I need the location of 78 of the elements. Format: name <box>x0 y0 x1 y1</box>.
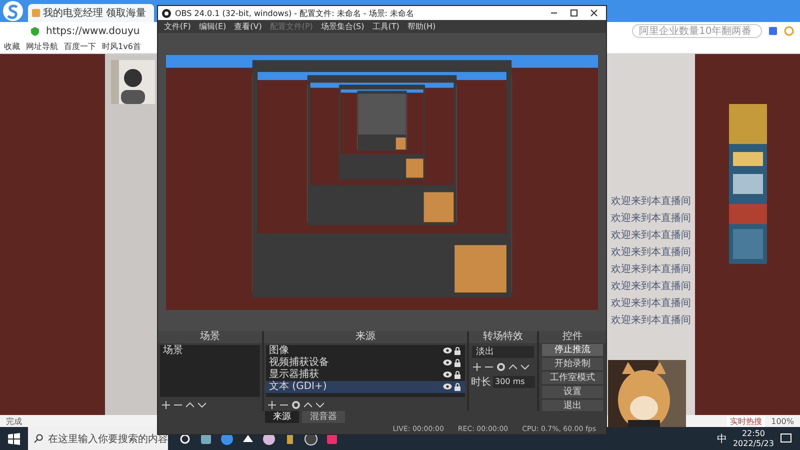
menu-item[interactable]: 编辑(E) <box>198 21 226 32</box>
url-text[interactable]: https://www.douyu <box>46 26 140 36</box>
shield-icon <box>30 26 40 36</box>
source-item[interactable]: 显示器捕获 <box>266 369 465 381</box>
hot-search-link[interactable]: 实时热搜 <box>727 416 766 426</box>
bookmark-link[interactable]: 网址导航 <box>26 41 58 52</box>
chat-message: 欢迎来到本直播间 <box>611 228 692 242</box>
control-button[interactable]: 停止推流 <box>542 344 603 356</box>
eye-icon[interactable] <box>443 347 452 354</box>
dock-title: 转场特效 <box>469 331 537 343</box>
menu-item[interactable]: 文件(F) <box>164 21 191 32</box>
control-button[interactable]: 开始录制 <box>542 358 603 370</box>
bookmark-link[interactable]: 收藏 <box>4 41 20 52</box>
down-icon[interactable] <box>521 363 529 371</box>
down-icon[interactable] <box>198 401 206 409</box>
control-button[interactable]: 退出 <box>542 400 603 412</box>
windows-start-icon[interactable] <box>8 432 20 444</box>
add-icon[interactable] <box>268 401 276 409</box>
clock-time: 22:50 <box>742 428 766 438</box>
bookmark-link[interactable]: 百度一下 <box>64 41 96 52</box>
obs-logo <box>162 8 171 18</box>
site-icon <box>32 9 40 17</box>
input-method[interactable]: 中 <box>716 432 727 446</box>
control-button[interactable]: 工作室模式 <box>542 372 603 384</box>
maximize-icon[interactable] <box>570 9 578 17</box>
lock-icon[interactable] <box>454 347 461 355</box>
settings-icon[interactable] <box>497 363 505 371</box>
toolbar-icon[interactable] <box>768 26 778 36</box>
menu-item[interactable]: 场景集合(S) <box>320 21 364 32</box>
source-item[interactable]: 图像 <box>266 345 465 357</box>
chat-message: 欢迎来到本直播间 <box>611 212 692 225</box>
source-label: 图像 <box>269 345 289 356</box>
source-item[interactable]: 文本 (GDI+) <box>266 381 465 393</box>
eye-icon[interactable] <box>443 383 452 390</box>
bookmark-link[interactable]: 时风1v6首 <box>102 41 141 52</box>
chat-message: 欢迎来到本直播间 <box>611 246 692 259</box>
chat-message: 欢迎来到本直播间 <box>611 280 692 293</box>
close-icon[interactable] <box>590 9 598 17</box>
menu-item[interactable]: 工具(T) <box>372 21 400 32</box>
duration-field[interactable]: 300 ms <box>493 376 535 388</box>
source-label: 文本 (GDI+) <box>269 381 327 393</box>
chat-message: 欢迎来到本直播间 <box>611 194 692 208</box>
window-title: OBS 24.0.1 (32-bit, windows) - 配置文件: 未命名 - 场景: 未命名 <box>175 8 414 18</box>
chat-message: 欢迎来到本直播间 <box>611 314 692 327</box>
add-icon[interactable] <box>473 363 481 371</box>
up-icon[interactable] <box>186 401 194 409</box>
menu-item[interactable]: 帮助(H) <box>407 21 436 32</box>
clock-date: 2022/5/23 <box>732 438 774 448</box>
zoom-level[interactable]: 100% <box>771 416 794 426</box>
menu-item[interactable]: 查看(V) <box>234 21 262 32</box>
lock-icon[interactable] <box>454 383 461 391</box>
control-button[interactable]: 设置 <box>542 386 603 398</box>
eye-icon[interactable] <box>443 371 452 378</box>
add-icon[interactable] <box>162 401 170 409</box>
browser-tab[interactable]: 我的电竞经理 领取海量 <box>28 4 154 22</box>
transition-select[interactable]: 淡出 <box>472 346 534 358</box>
up-icon[interactable] <box>509 363 517 371</box>
dock-tab[interactable]: 混音器 <box>302 411 345 423</box>
source-label: 视频捕获设备 <box>269 357 329 368</box>
settings-icon[interactable] <box>292 401 300 409</box>
source-label: 显示器捕获 <box>269 369 319 380</box>
dock-title: 来源 <box>264 331 467 343</box>
down-icon[interactable] <box>316 401 324 409</box>
dock-title: 控件 <box>539 331 606 343</box>
lock-icon[interactable] <box>454 371 461 379</box>
chat-message: 欢迎来到本直播间 <box>611 262 692 276</box>
up-icon[interactable] <box>304 401 312 409</box>
eye-icon[interactable] <box>443 359 452 366</box>
status-text: 完成 <box>6 416 22 426</box>
notification-icon[interactable] <box>780 432 792 444</box>
lock-icon[interactable] <box>454 359 461 367</box>
duration-label: 时长 <box>471 376 491 389</box>
chat-message: 欢迎来到本直播间 <box>611 296 692 310</box>
search-icon <box>34 434 43 443</box>
source-item[interactable]: 视频捕获设备 <box>266 357 465 369</box>
tab-title: 我的电竞经理 领取海量 <box>43 6 146 20</box>
dock-tab[interactable]: 来源 <box>265 411 299 423</box>
dock-title: 场景 <box>158 331 262 343</box>
